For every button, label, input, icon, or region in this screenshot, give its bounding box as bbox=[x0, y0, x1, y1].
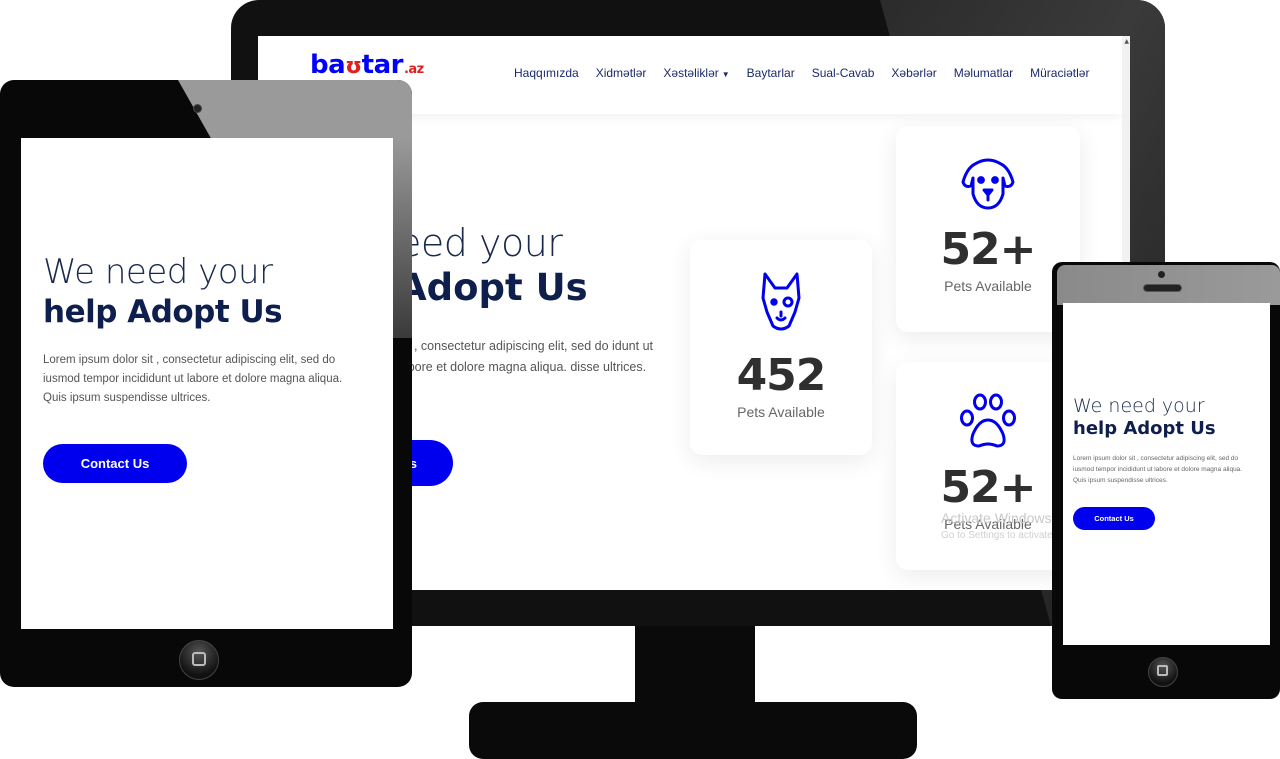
stat-label: Pets Available bbox=[737, 404, 825, 420]
hero-heading-line2: help Adopt Us bbox=[1073, 418, 1216, 439]
logo-text-part: ba bbox=[310, 50, 346, 80]
hero-heading-line1: We need your bbox=[1073, 395, 1205, 417]
home-square-icon bbox=[1157, 665, 1168, 676]
stethoscope-icon: ʊ bbox=[345, 54, 362, 79]
hero-heading-line1: We need your bbox=[43, 252, 273, 292]
hero-heading-line2: help Adopt Us bbox=[43, 294, 283, 330]
paw-icon bbox=[960, 393, 1016, 448]
nav-item-xidmetler[interactable]: Xidmətlər bbox=[596, 66, 647, 80]
nav-item-sual-cavab[interactable]: Sual-Cavab bbox=[812, 66, 875, 80]
scroll-up-icon[interactable]: ▲ bbox=[1124, 38, 1129, 45]
dog-face-icon bbox=[961, 158, 1015, 210]
contact-us-button[interactable]: Contact Us bbox=[1073, 507, 1155, 530]
hero-paragraph: Lorem ipsum dolor sit , consectetur adip… bbox=[1073, 455, 1243, 484]
stat-number: 452 bbox=[736, 350, 827, 401]
logo-domain: .az bbox=[403, 62, 424, 77]
nav-item-xeberler[interactable]: Xəbərlər bbox=[891, 66, 936, 80]
logo-text-part: tar bbox=[361, 50, 404, 80]
nav-item-baytarlar[interactable]: Baytarlar bbox=[747, 66, 795, 80]
watermark-subtitle: Go to Settings to activate bbox=[941, 530, 1053, 541]
phone-camera bbox=[1158, 271, 1165, 278]
contact-us-button[interactable]: Contact Us bbox=[43, 444, 187, 483]
watermark-title: Activate Windows bbox=[941, 510, 1052, 526]
tablet-camera bbox=[193, 104, 202, 113]
stat-card: 452 Pets Available bbox=[690, 240, 872, 455]
phone-speaker bbox=[1143, 284, 1182, 292]
monitor-stand-base bbox=[469, 702, 917, 759]
tablet-glare-edge bbox=[393, 138, 412, 338]
nav-item-label: Xəstəliklər bbox=[663, 66, 719, 80]
home-square-icon bbox=[192, 652, 206, 666]
monitor-stand-neck bbox=[635, 626, 755, 704]
nav-item-melumatlar[interactable]: Məlumatlar bbox=[954, 66, 1013, 80]
nav-item-haqqimizda[interactable]: Haqqımızda bbox=[514, 66, 579, 80]
site-logo[interactable]: ba ʊ tar .az bbox=[310, 50, 424, 80]
hero-heading-line2: Adopt Us bbox=[398, 266, 588, 309]
nav-item-muracietler[interactable]: Müraciətlər bbox=[1030, 66, 1089, 80]
dog-icon bbox=[761, 272, 801, 331]
nav-item-xestelikler[interactable]: Xəstəliklər ▼ bbox=[663, 66, 729, 80]
hero-heading-line1: eed your bbox=[398, 221, 563, 265]
activate-windows-watermark: Activate Windows Go to Settings to activ… bbox=[941, 510, 1053, 544]
hero-paragraph: Lorem ipsum dolor sit , consectetur adip… bbox=[43, 354, 343, 404]
phone-screen: We need your help Adopt Us Lorem ipsum d… bbox=[1063, 303, 1270, 645]
tablet-glare bbox=[178, 80, 412, 138]
hero-paragraph: sit , consectetur adipiscing elit, sed d… bbox=[398, 339, 654, 374]
tablet-screen: We need your help Adopt Us Lorem ipsum d… bbox=[21, 138, 393, 629]
main-nav: Haqqımızda Xidmətlər Xəstəliklər ▼ Baytar… bbox=[514, 66, 1089, 80]
caret-down-icon: ▼ bbox=[721, 70, 730, 79]
